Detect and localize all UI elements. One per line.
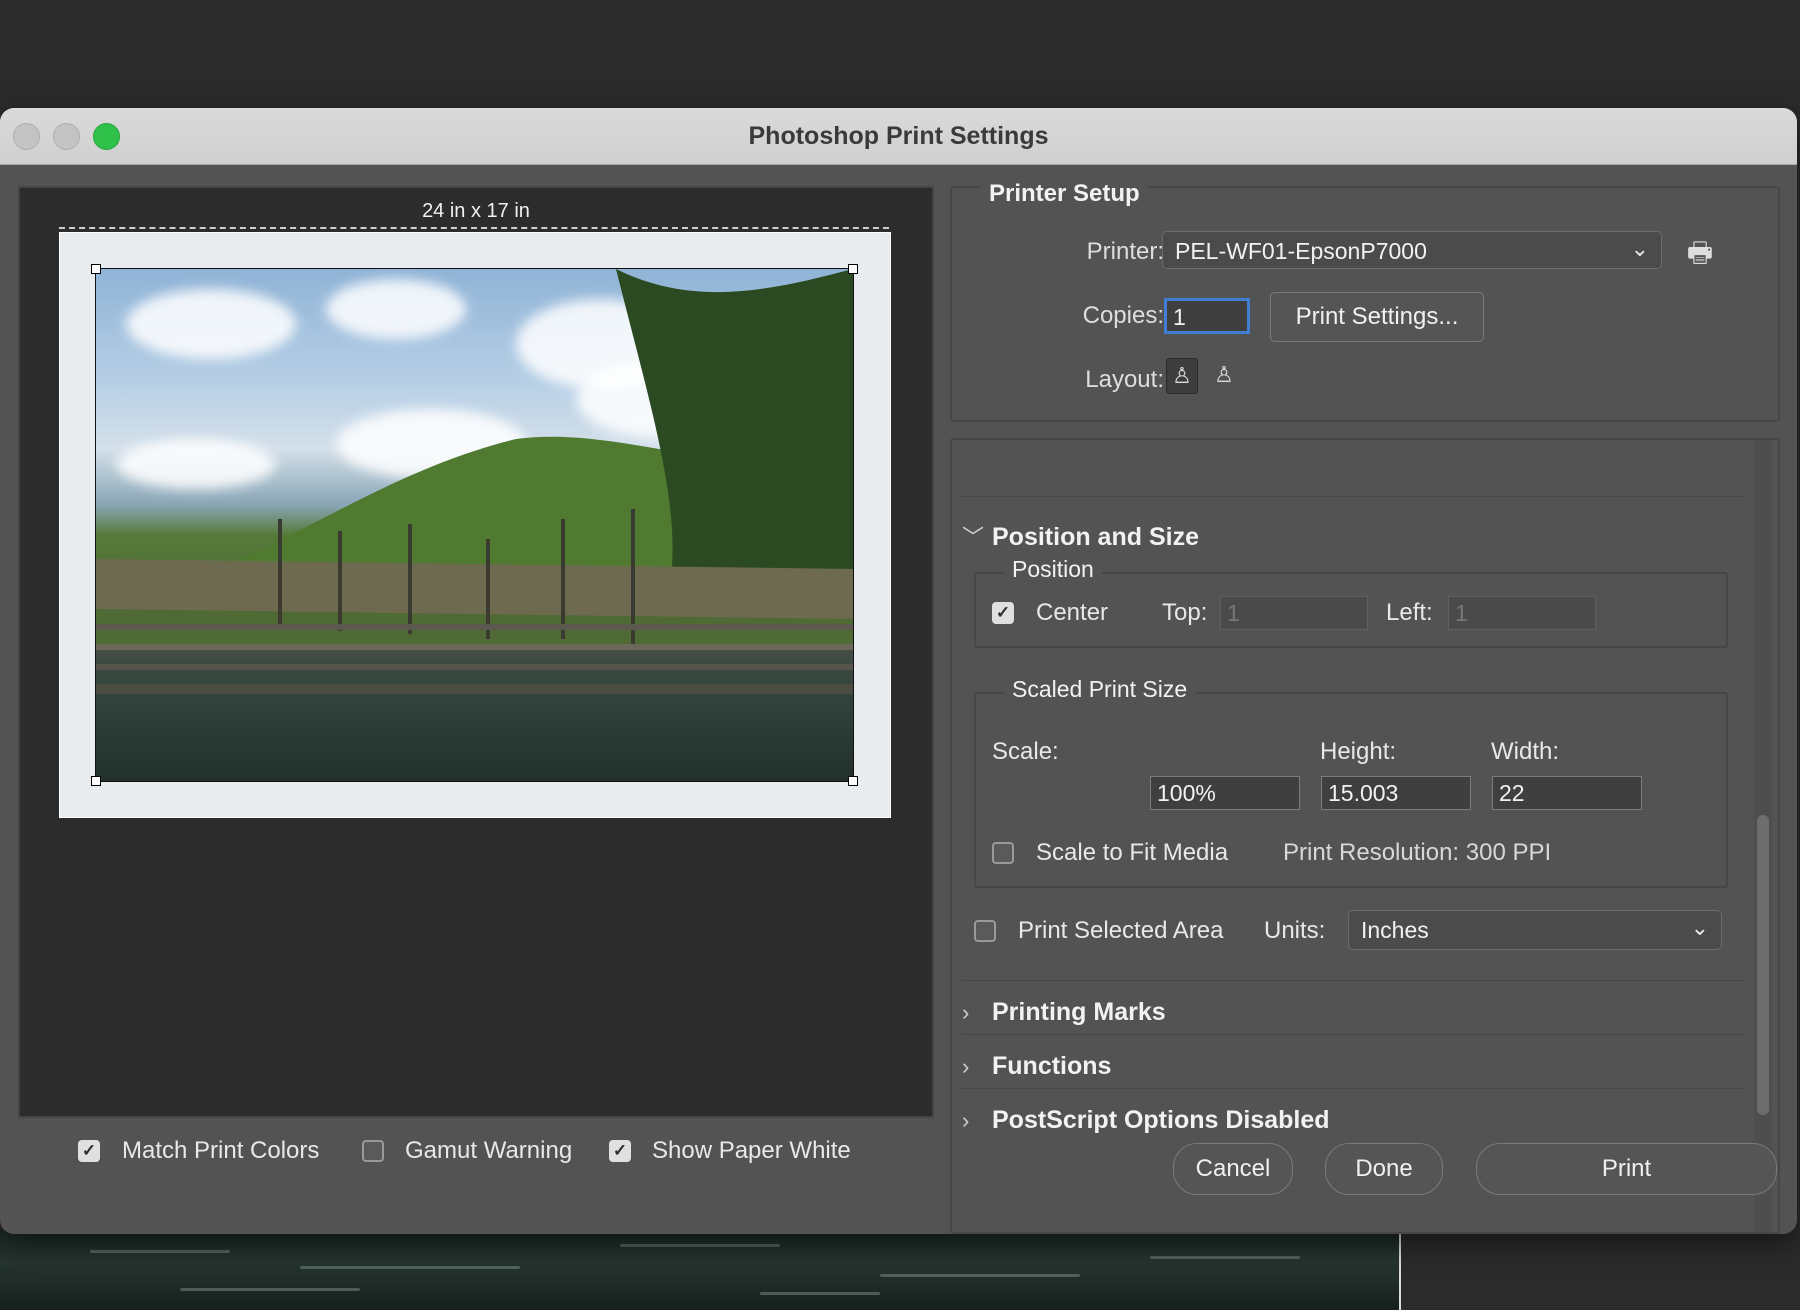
settings-panel: ﹀ Position and Size Position ✓ Center Top… xyxy=(950,438,1780,1234)
divider xyxy=(962,496,1746,497)
printer-setup-title: Printer Setup xyxy=(981,180,1148,208)
paper-size-label: 24 in x 17 in xyxy=(422,200,530,222)
print-preview: 24 in x 17 in xyxy=(18,186,934,1118)
position-group: Position ✓ Center Top: 1 Left: 1 xyxy=(974,556,1728,648)
printing-marks-title: Printing Marks xyxy=(992,998,1166,1026)
top-input[interactable]: 1 xyxy=(1220,596,1368,630)
disclosure-closed-icon: › xyxy=(962,1108,970,1133)
print-settings-dialog: Photoshop Print Settings 24 in x 17 in ✓… xyxy=(0,108,1797,1234)
scaled-print-size-group: Scaled Print Size Scale: Height: Width: … xyxy=(974,676,1728,888)
copies-label: Copies: xyxy=(1082,302,1164,329)
printer-select[interactable]: PEL-WF01-EpsonP7000 ⌄ xyxy=(1162,231,1662,269)
left-label: Left: xyxy=(1386,599,1433,626)
center-label: Center xyxy=(1036,599,1109,626)
functions-title: Functions xyxy=(992,1052,1112,1080)
scrollbar-thumb[interactable] xyxy=(1757,815,1769,1115)
scaled-print-size-title: Scaled Print Size xyxy=(1004,676,1196,703)
gamut-warning-label: Gamut Warning xyxy=(405,1137,573,1164)
postscript-options-title: PostScript Options Disabled xyxy=(992,1106,1330,1134)
hill-shape xyxy=(96,269,853,649)
resize-handle-bottom-left[interactable] xyxy=(91,776,101,786)
top-label: Top: xyxy=(1162,599,1208,626)
landscape-layout-icon[interactable]: ♙ xyxy=(1208,358,1240,394)
resize-handle-bottom-right[interactable] xyxy=(848,776,858,786)
width-label: Width: xyxy=(1491,738,1560,765)
postscript-options-header[interactable]: › PostScript Options Disabled xyxy=(962,1106,1330,1135)
preview-image[interactable] xyxy=(95,268,854,782)
units-select[interactable]: Inches ⌄ xyxy=(1348,910,1722,950)
scale-input[interactable]: 100% xyxy=(1150,776,1300,810)
units-select-value: Inches xyxy=(1361,917,1429,943)
printing-marks-header[interactable]: › Printing Marks xyxy=(962,998,1166,1027)
title-bar: Photoshop Print Settings xyxy=(0,108,1797,165)
cancel-button[interactable]: Cancel xyxy=(1173,1143,1293,1195)
resize-handle-top-right[interactable] xyxy=(848,264,858,274)
match-print-colors-checkbox[interactable]: ✓ xyxy=(78,1140,100,1162)
print-button[interactable]: Print xyxy=(1476,1143,1777,1195)
scale-label: Scale: xyxy=(992,738,1059,765)
position-title: Position xyxy=(1004,556,1102,583)
disclosure-open-icon: ﹀ xyxy=(962,525,985,550)
position-and-size-title: Position and Size xyxy=(992,523,1199,551)
show-paper-white-checkbox[interactable]: ✓ xyxy=(609,1140,631,1162)
disclosure-closed-icon: › xyxy=(962,1000,970,1025)
divider xyxy=(962,1088,1746,1089)
print-resolution: Print Resolution: 300 PPI xyxy=(1283,839,1552,866)
height-input[interactable]: 15.003 xyxy=(1321,776,1471,810)
scale-to-fit-checkbox[interactable] xyxy=(992,842,1014,864)
done-button[interactable]: Done xyxy=(1325,1143,1443,1195)
left-input[interactable]: 1 xyxy=(1448,596,1596,630)
add-printer-icon[interactable]: 🖶 xyxy=(1680,232,1720,268)
center-checkbox[interactable]: ✓ xyxy=(992,602,1014,624)
printer-select-value: PEL-WF01-EpsonP7000 xyxy=(1175,238,1427,264)
settings-scrollbar[interactable] xyxy=(1754,440,1772,1232)
height-label: Height: xyxy=(1320,738,1397,765)
printer-setup-group: Printer Setup Printer: PEL-WF01-EpsonP70… xyxy=(950,180,1780,422)
divider xyxy=(962,980,1746,981)
resize-handle-top-left[interactable] xyxy=(91,264,101,274)
layout-label: Layout: xyxy=(1085,366,1164,393)
width-input[interactable]: 22 xyxy=(1492,776,1642,810)
print-selected-area-checkbox[interactable] xyxy=(974,920,996,942)
window-title: Photoshop Print Settings xyxy=(748,122,1049,150)
chevron-down-icon: ⌄ xyxy=(1630,236,1649,261)
functions-header[interactable]: › Functions xyxy=(962,1052,1111,1081)
disclosure-closed-icon: › xyxy=(962,1054,970,1079)
printer-label: Printer: xyxy=(1086,238,1164,265)
divider xyxy=(962,1034,1746,1035)
background-image xyxy=(0,1230,1400,1310)
show-paper-white-label: Show Paper White xyxy=(652,1137,851,1164)
print-selected-area-label: Print Selected Area xyxy=(1018,917,1224,944)
position-and-size-header[interactable]: ﹀ Position and Size xyxy=(962,520,1199,552)
units-label: Units: xyxy=(1264,917,1326,944)
copies-input[interactable]: 1 xyxy=(1164,298,1250,334)
chevron-down-icon: ⌄ xyxy=(1690,915,1709,940)
gamut-warning-checkbox[interactable] xyxy=(362,1140,384,1162)
background-edge xyxy=(1399,1230,1401,1310)
portrait-layout-icon[interactable]: ♙ xyxy=(1166,358,1198,394)
print-settings-button[interactable]: Print Settings... xyxy=(1270,292,1484,342)
match-print-colors-label: Match Print Colors xyxy=(122,1137,320,1164)
printable-area-edge xyxy=(59,227,889,229)
scale-to-fit-label: Scale to Fit Media xyxy=(1036,839,1229,866)
